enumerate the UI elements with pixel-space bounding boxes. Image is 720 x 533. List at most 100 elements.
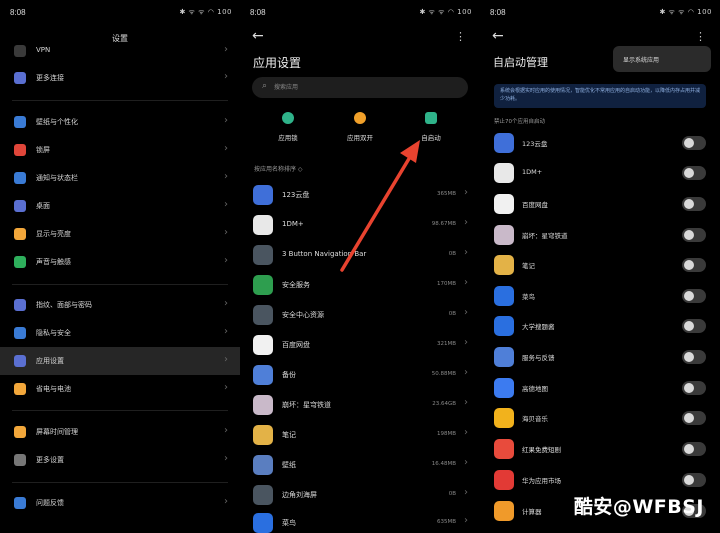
- link-icon: [14, 72, 26, 84]
- status-bar: 8:08 ✱ ᯤ ᯤ ◠ 100: [480, 0, 720, 26]
- settings-item-wallpaper[interactable]: 壁纸与个性化 ›: [0, 108, 240, 136]
- settings-item-battery[interactable]: 省电与电池 ›: [0, 375, 240, 403]
- sun-icon: [14, 228, 26, 240]
- app-name: 壁纸: [282, 461, 296, 469]
- back-arrow-icon[interactable]: ←: [252, 28, 264, 44]
- app-settings-panel: 8:08 ✱ ᯤ ᯤ ◠ 100 ← ⋮ 应用设置 ⌕ 应用锁 应用双开 自启动…: [240, 0, 480, 533]
- app-name: 备份: [282, 371, 296, 379]
- settings-item-vpn[interactable]: VPN ›: [0, 37, 240, 65]
- app-row[interactable]: 安全服务 170MB ›: [240, 270, 480, 300]
- app-row[interactable]: 123云盘 365MB ›: [240, 180, 480, 210]
- app-size: 16.48MB: [431, 461, 456, 467]
- vpn-icon: [14, 45, 26, 57]
- app-name: 崩坏：星穹铁道: [522, 232, 568, 240]
- app-icon-backup: [253, 365, 273, 385]
- settings-item-more-settings[interactable]: 更多设置 ›: [0, 446, 240, 474]
- app-name: 安全中心资源: [282, 311, 324, 319]
- app-row[interactable]: 边角刘海屏 0B ›: [240, 480, 480, 510]
- app-name: 海贝音乐: [522, 415, 548, 423]
- app-name: 123云盘: [522, 140, 548, 148]
- settings-item-more-connections[interactable]: 更多连接 ›: [0, 64, 240, 92]
- autostart-toggle[interactable]: [682, 197, 706, 211]
- notice-text: 系统会根据实时应用的使用情况，智能优化不常用应用的自启动功能，以降低内存占用并减…: [500, 88, 701, 102]
- autostart-row: 大学搜题酱: [480, 311, 720, 341]
- settings-item-label: 问题反馈: [36, 499, 64, 507]
- more-vertical-icon[interactable]: ⋮: [455, 30, 466, 43]
- menu-item-show-system-apps[interactable]: 显示系统应用: [623, 55, 659, 64]
- app-icon-star-rail: [253, 395, 273, 415]
- app-icon-hiby-music: [494, 408, 514, 428]
- autostart-toggle[interactable]: [682, 319, 706, 333]
- overflow-menu: 显示系统应用: [613, 46, 711, 72]
- app-icon-baidu-pan: [494, 194, 514, 214]
- settings-item-screen-time[interactable]: 屏幕时间管理 ›: [0, 418, 240, 446]
- app-name: 菜鸟: [282, 519, 296, 527]
- more-vertical-icon[interactable]: ⋮: [695, 30, 706, 43]
- app-size: 170MB: [436, 281, 456, 287]
- app-icon-wallpaper: [253, 455, 273, 475]
- autostart-toggle[interactable]: [682, 258, 706, 272]
- autostart-toggle[interactable]: [682, 289, 706, 303]
- autostart-toggle[interactable]: [682, 473, 706, 487]
- search-input[interactable]: [274, 80, 454, 95]
- app-row[interactable]: 崩坏：星穹铁道 23.64GB ›: [240, 390, 480, 420]
- status-icons: ✱ ᯤ ᯤ ◠ 100: [659, 8, 712, 16]
- autostart-toggle[interactable]: [682, 136, 706, 150]
- settings-item-lockscreen[interactable]: 锁屏 ›: [0, 136, 240, 164]
- chevron-right-icon: ›: [224, 71, 228, 82]
- settings-item-desktop[interactable]: 桌面 ›: [0, 192, 240, 220]
- chevron-right-icon: ›: [464, 217, 468, 228]
- dual-apps-icon: [354, 112, 366, 124]
- app-row[interactable]: 百度网盘 321MB ›: [240, 330, 480, 360]
- app-icon-feedback: [494, 347, 514, 367]
- app-size: 0B: [448, 311, 456, 317]
- settings-item-display[interactable]: 显示与亮度 ›: [0, 220, 240, 248]
- autostart-toggle[interactable]: [682, 350, 706, 364]
- settings-item-fingerprint[interactable]: 指纹、面部与密码 ›: [0, 291, 240, 319]
- autostart-toggle[interactable]: [682, 381, 706, 395]
- app-name: 安全服务: [282, 281, 310, 289]
- quick-app-lock[interactable]: 应用锁: [258, 112, 318, 148]
- chevron-right-icon: ›: [464, 277, 468, 288]
- back-arrow-icon[interactable]: ←: [492, 28, 504, 44]
- sort-selector[interactable]: 按应用名称排序 ◇: [254, 164, 303, 173]
- app-icon-1dm: [494, 163, 514, 183]
- autostart-toggle[interactable]: [682, 442, 706, 456]
- app-name: 3 Button Navigation Bar: [282, 250, 367, 258]
- settings-item-label: 更多设置: [36, 456, 64, 464]
- chevron-right-icon: ›: [224, 326, 228, 337]
- settings-item-notifications[interactable]: 通知与状态栏 ›: [0, 164, 240, 192]
- app-row[interactable]: 安全中心资源 0B ›: [240, 300, 480, 330]
- app-row[interactable]: 菜鸟 635MB ›: [240, 508, 480, 533]
- settings-item-label: 更多连接: [36, 74, 64, 82]
- app-icon-notes: [253, 425, 273, 445]
- app-row[interactable]: 3 Button Navigation Bar 0B ›: [240, 240, 480, 270]
- feedback-icon: [14, 497, 26, 509]
- app-name: 菜鸟: [522, 293, 535, 301]
- search-bar[interactable]: ⌕: [252, 77, 468, 98]
- autostart-count: 禁止70个应用自启动: [494, 119, 545, 125]
- settings-item-app-settings[interactable]: 应用设置 ›: [0, 347, 240, 375]
- app-icon-baidu-pan: [253, 335, 273, 355]
- app-icon-amap: [494, 378, 514, 398]
- autostart-row: 笔记: [480, 250, 720, 280]
- autostart-icon: [425, 112, 437, 124]
- autostart-toggle[interactable]: [682, 166, 706, 180]
- quick-autostart[interactable]: 自启动: [401, 112, 461, 148]
- quick-dual-apps[interactable]: 应用双开: [330, 112, 390, 148]
- app-row[interactable]: 1DM+ 98.67MB ›: [240, 210, 480, 240]
- autostart-row: 1DM+: [480, 158, 720, 188]
- app-row[interactable]: 笔记 198MB ›: [240, 420, 480, 450]
- app-row[interactable]: 壁纸 16.48MB ›: [240, 450, 480, 480]
- settings-item-privacy[interactable]: 隐私与安全 ›: [0, 319, 240, 347]
- chevron-right-icon: ›: [224, 496, 228, 507]
- settings-item-label: 省电与电池: [36, 385, 71, 393]
- status-bar: 8:08 ✱ ᯤ ᯤ ◠ 100: [240, 0, 480, 26]
- chevron-right-icon: ›: [224, 382, 228, 393]
- app-name: 大学搜题酱: [522, 323, 555, 331]
- app-row[interactable]: 备份 50.88MB ›: [240, 360, 480, 390]
- settings-item-feedback[interactable]: 问题反馈 ›: [0, 489, 240, 517]
- autostart-toggle[interactable]: [682, 228, 706, 242]
- autostart-toggle[interactable]: [682, 411, 706, 425]
- settings-item-sound[interactable]: 声音与触感 ›: [0, 248, 240, 276]
